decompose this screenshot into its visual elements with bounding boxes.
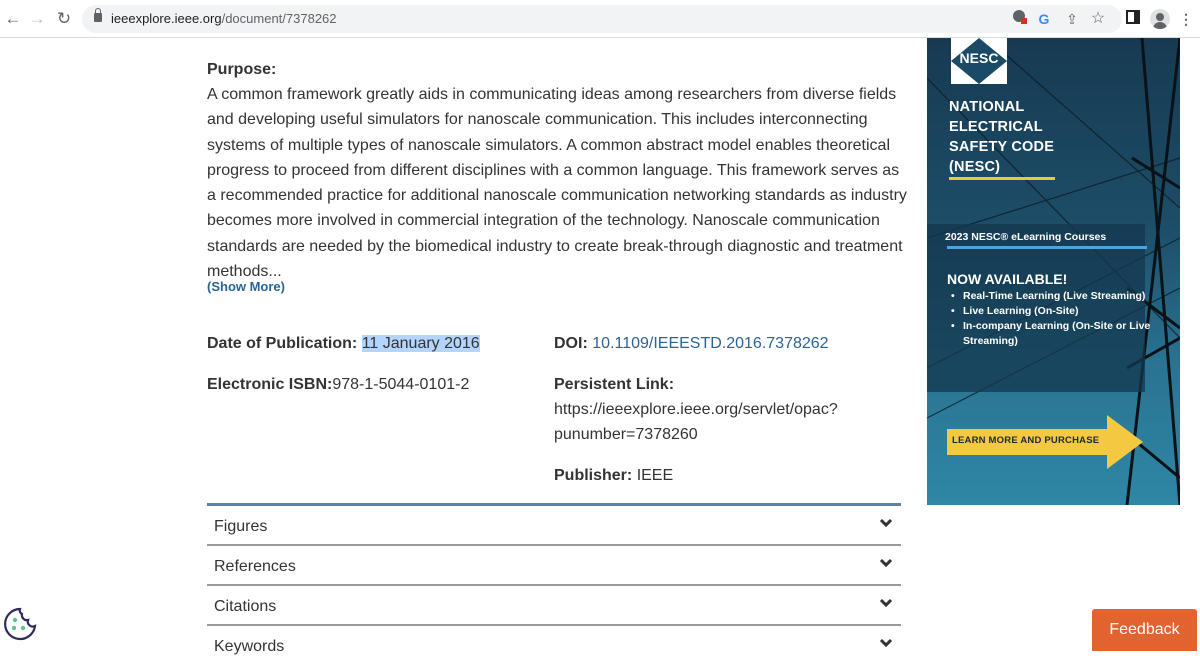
persistent-link-url-line2: punumber=7378260 xyxy=(554,426,698,443)
chevron-down-icon[interactable] xyxy=(879,556,893,570)
electronic-isbn: Electronic ISBN:978-1-5044-0101-2 xyxy=(207,372,469,397)
date-label: Date of Publication: xyxy=(207,335,358,352)
extension-icon[interactable] xyxy=(1010,9,1030,29)
ad-title-line: ELECTRICAL xyxy=(949,119,1043,135)
accordion-citations[interactable]: Citations xyxy=(207,586,901,626)
side-panel-icon[interactable] xyxy=(1123,9,1143,29)
doi-label: DOI: xyxy=(554,335,588,352)
show-more-link[interactable]: (Show More) xyxy=(207,279,285,294)
ad-course-item: Real-Time Learning (Live Streaming) xyxy=(951,289,1151,304)
accordion-keywords[interactable]: Keywords xyxy=(207,626,901,666)
bookmark-star-icon[interactable]: ☆ xyxy=(1088,9,1108,29)
menu-icon[interactable]: ⋮ xyxy=(1176,9,1196,29)
persistent-link-url-line1: https://ieeexplore.ieee.org/servlet/opac… xyxy=(554,401,838,418)
ad-course-item: In-company Learning (On-Site or Live Str… xyxy=(951,319,1151,349)
ad-divider xyxy=(947,246,1147,249)
date-of-publication: Date of Publication: 11 January 2016 xyxy=(207,331,480,356)
accordion-label: Citations xyxy=(214,598,277,615)
accordion-figures[interactable]: Figures xyxy=(207,506,901,546)
ad-title: NATIONAL ELECTRICAL SAFETY CODE (NESC) xyxy=(949,97,1054,177)
url-text[interactable]: ieeexplore.ieee.org/document/7378262 xyxy=(111,11,337,26)
ad-title-line: NATIONAL xyxy=(949,99,1025,115)
ad-courses-heading: 2023 NESC® eLearning Courses xyxy=(945,231,1107,243)
browser-toolbar: ← → ↻ ieeexplore.ieee.org/document/73782… xyxy=(0,0,1200,38)
feedback-button[interactable]: Feedback xyxy=(1092,609,1197,651)
back-icon[interactable]: ← xyxy=(3,9,23,29)
lock-icon[interactable] xyxy=(94,8,102,22)
cookie-icon[interactable] xyxy=(2,606,38,642)
google-icon[interactable]: G xyxy=(1034,9,1054,29)
purpose-heading: Purpose: xyxy=(207,61,277,78)
abstract-text: A common framework greatly aids in commu… xyxy=(207,86,907,281)
accordion-label: Figures xyxy=(214,518,268,535)
ad-title-line: SAFETY CODE xyxy=(949,139,1055,155)
ad-cta-button[interactable]: LEARN MORE AND PURCHASE xyxy=(952,435,1099,446)
publisher-value: IEEE xyxy=(636,467,674,484)
nesc-advertisement[interactable]: NESC NATIONAL ELECTRICAL SAFETY CODE (NE… xyxy=(927,38,1180,505)
forward-icon[interactable]: → xyxy=(27,9,47,29)
ad-title-line: (NESC) xyxy=(949,159,1001,175)
share-icon[interactable]: ⇪ xyxy=(1062,9,1082,29)
reload-icon[interactable]: ↻ xyxy=(54,9,74,29)
publisher: Publisher: IEEE xyxy=(554,463,673,488)
profile-icon[interactable] xyxy=(1150,9,1170,29)
date-value: 11 January 2016 xyxy=(361,335,480,352)
ad-course-item: Live Learning (On-Site) xyxy=(951,304,1151,319)
ad-course-list: Real-Time Learning (Live Streaming) Live… xyxy=(951,289,1151,349)
document-sections-accordion: Figures References Citations Keywords xyxy=(207,503,901,666)
doi: DOI: 10.1109/IEEESTD.2016.7378262 xyxy=(554,331,829,356)
publisher-label: Publisher: xyxy=(554,467,633,484)
persistent-link: Persistent Link: https://ieeexplore.ieee… xyxy=(554,372,838,447)
address-bar[interactable]: ieeexplore.ieee.org/document/7378262 xyxy=(82,5,1122,33)
accordion-label: References xyxy=(214,558,296,575)
isbn-label: Electronic ISBN: xyxy=(207,376,333,393)
chevron-down-icon[interactable] xyxy=(879,516,893,530)
nesc-logo: NESC xyxy=(951,38,1007,84)
accordion-references[interactable]: References xyxy=(207,546,901,586)
ad-now-available: NOW AVAILABLE! xyxy=(947,271,1068,287)
abstract-section: Purpose: A common framework greatly aids… xyxy=(207,58,907,284)
url-host: ieeexplore.ieee.org xyxy=(111,11,222,26)
accordion-label: Keywords xyxy=(214,638,285,655)
ad-divider xyxy=(949,177,1055,180)
chevron-down-icon[interactable] xyxy=(879,636,893,650)
chevron-down-icon[interactable] xyxy=(879,596,893,610)
nesc-logo-text: NESC xyxy=(960,50,999,66)
url-path: /document/7378262 xyxy=(221,11,337,26)
doi-link[interactable]: 10.1109/IEEESTD.2016.7378262 xyxy=(592,335,828,352)
persistent-link-label: Persistent Link: xyxy=(554,376,675,393)
isbn-value: 978-1-5044-0101-2 xyxy=(332,376,470,393)
